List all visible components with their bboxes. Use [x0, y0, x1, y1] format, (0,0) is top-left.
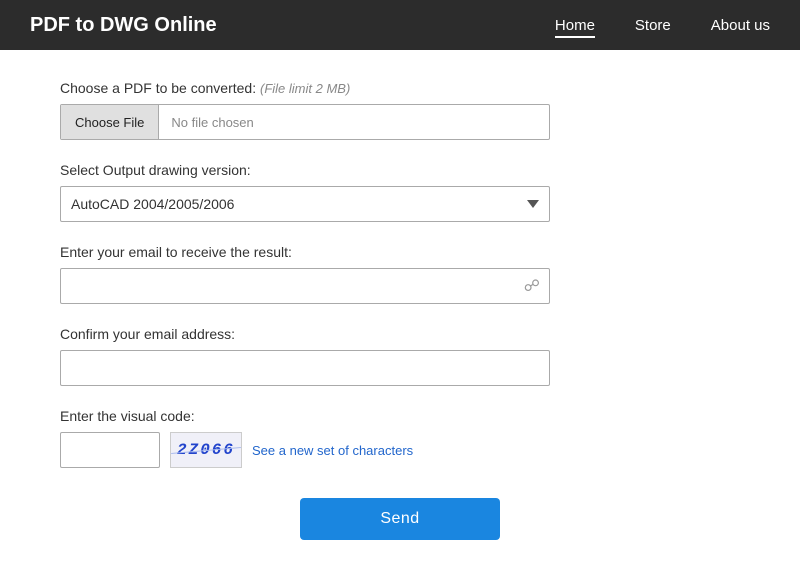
- nav-item-about[interactable]: About us: [711, 17, 770, 34]
- nav-link-store[interactable]: Store: [635, 17, 671, 34]
- email-input-wrapper: ☍: [60, 268, 550, 304]
- email-label: Enter your email to receive the result:: [60, 244, 740, 260]
- file-name-display: No file chosen: [159, 115, 265, 130]
- file-input-row: Choose File No file chosen: [60, 104, 550, 140]
- nav-item-home[interactable]: Home: [555, 17, 595, 34]
- navbar: PDF to DWG Online Home Store About us: [0, 0, 800, 50]
- confirm-email-input[interactable]: [60, 350, 550, 386]
- choose-file-button[interactable]: Choose File: [61, 105, 159, 139]
- nav-link-about[interactable]: About us: [711, 17, 770, 34]
- nav-link-home[interactable]: Home: [555, 17, 595, 38]
- output-label: Select Output drawing version:: [60, 162, 740, 178]
- file-limit-text: (File limit 2 MB): [260, 81, 350, 96]
- email-input[interactable]: [60, 268, 550, 304]
- email-group: Enter your email to receive the result: …: [60, 244, 740, 304]
- visual-code-label: Enter the visual code:: [60, 408, 740, 424]
- output-version-group: Select Output drawing version: AutoCAD 2…: [60, 162, 740, 222]
- file-upload-group: Choose a PDF to be converted: (File limi…: [60, 80, 740, 140]
- email-icon: ☍: [524, 276, 540, 296]
- send-button-wrapper: Send: [60, 498, 740, 540]
- visual-code-input[interactable]: [60, 432, 160, 468]
- confirm-email-group: Confirm your email address:: [60, 326, 740, 386]
- brand-title: PDF to DWG Online: [30, 14, 217, 37]
- visual-code-group: Enter the visual code: 2Z066 See a new s…: [60, 408, 740, 468]
- captcha-image: 2Z066: [170, 432, 242, 468]
- refresh-captcha-link[interactable]: See a new set of characters: [252, 443, 413, 458]
- confirm-email-label: Confirm your email address:: [60, 326, 740, 342]
- main-content: Choose a PDF to be converted: (File limi…: [0, 50, 800, 570]
- nav-links: Home Store About us: [555, 17, 770, 34]
- select-wrapper: AutoCAD 2004/2005/2006 AutoCAD 2007/2008…: [60, 186, 550, 222]
- output-version-select[interactable]: AutoCAD 2004/2005/2006 AutoCAD 2007/2008…: [60, 186, 550, 222]
- send-button[interactable]: Send: [300, 498, 500, 540]
- nav-item-store[interactable]: Store: [635, 17, 671, 34]
- visual-code-row: 2Z066 See a new set of characters: [60, 432, 740, 468]
- file-label: Choose a PDF to be converted: (File limi…: [60, 80, 740, 96]
